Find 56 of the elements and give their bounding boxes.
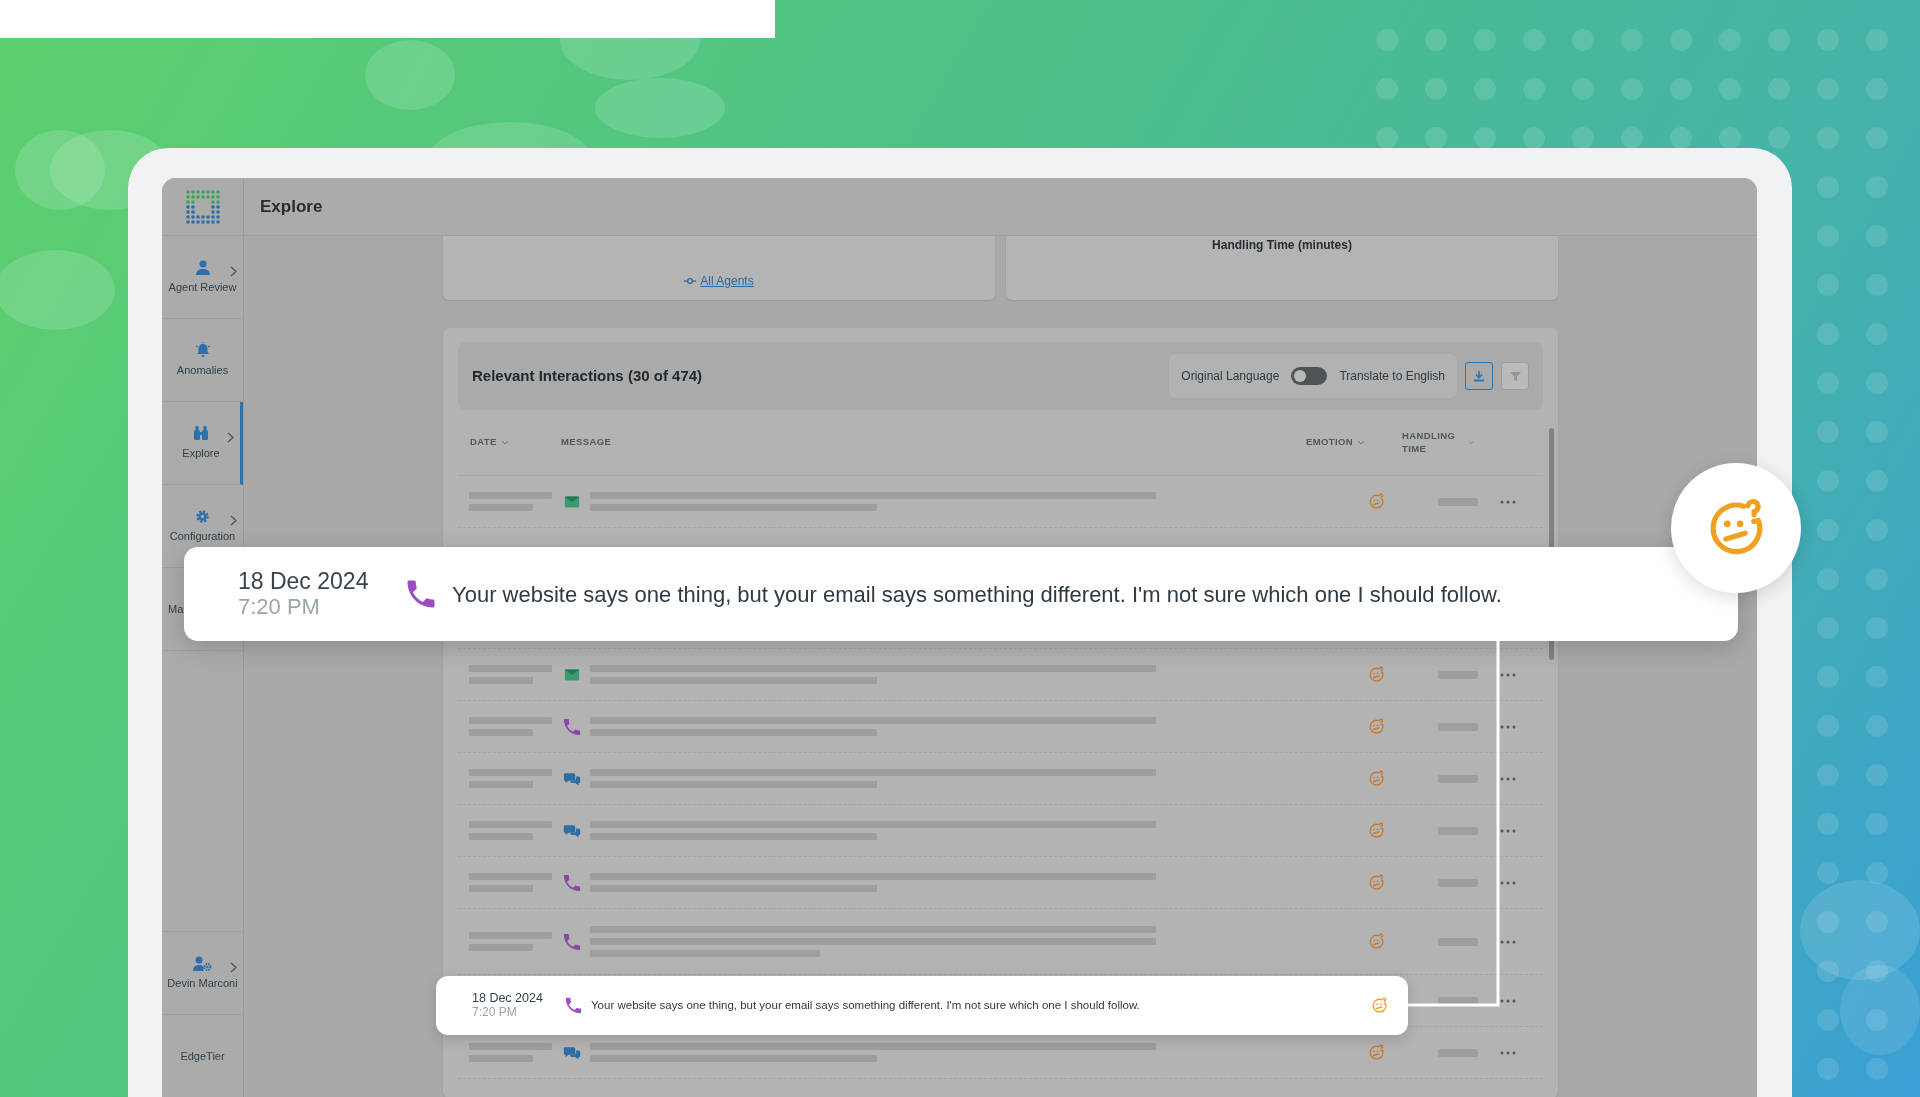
sidebar-item[interactable]: Devin Marconi: [162, 932, 243, 1015]
gear-icon: [195, 508, 210, 524]
column-header[interactable]: MESSAGE: [561, 435, 1306, 450]
more-icon[interactable]: [1500, 724, 1516, 729]
confused-face-icon: [1368, 718, 1385, 735]
date-text: 18 Dec 2024: [472, 991, 544, 1006]
interactions-title: Relevant Interactions (30 of 474): [472, 365, 703, 386]
confused-face-icon: [1368, 933, 1385, 950]
toggle-label: Translate to English: [1339, 368, 1445, 385]
sidebar-item[interactable]: Explore: [162, 402, 243, 485]
phone-icon: [406, 579, 436, 609]
time-text: 7:20 PM: [238, 594, 321, 619]
filter-node-icon: [684, 277, 697, 285]
phone-icon: [563, 932, 581, 951]
filter-icon: [1509, 370, 1521, 382]
more-icon[interactable]: [1500, 672, 1516, 677]
phone-icon: [563, 873, 581, 892]
confused-face-icon: [1371, 997, 1388, 1014]
confused-face-icon: [1368, 770, 1385, 787]
time-placeholder: [1438, 996, 1478, 1005]
agents-filter-link[interactable]: All Agents: [684, 272, 754, 290]
user-settings-icon: [192, 955, 213, 971]
more-icon[interactable]: [1500, 499, 1516, 504]
sidebar-item[interactable]: Anomalies: [162, 319, 243, 402]
phone-icon: [563, 717, 581, 736]
confused-face-icon: [1368, 822, 1385, 839]
binoculars-icon: [193, 426, 209, 441]
message-text: Your website says one thing, but your email says something different. I'm not sure which one I should follow.: [452, 580, 1502, 609]
confused-face-icon: [1368, 874, 1385, 891]
more-icon[interactable]: [1500, 998, 1516, 1003]
confused-face-icon: [1368, 666, 1385, 683]
column-header[interactable]: HANDLING TIME: [1402, 429, 1474, 456]
column-header[interactable]: EMOTION: [1306, 435, 1402, 450]
download-button[interactable]: [1465, 362, 1493, 390]
sidebar-item[interactable]: EdgeTier: [162, 1015, 243, 1097]
more-icon[interactable]: [1500, 1050, 1516, 1055]
language-switch[interactable]: [1291, 367, 1328, 385]
bell-icon: [193, 342, 212, 359]
page-title: Explore: [260, 195, 323, 218]
chart-title: Handling Time (minutes): [1212, 237, 1352, 254]
more-icon[interactable]: [1500, 828, 1516, 833]
more-icon[interactable]: [1500, 880, 1516, 885]
confused-face-icon: [1368, 1044, 1385, 1061]
logo-icon[interactable]: [184, 188, 221, 225]
more-icon[interactable]: [1500, 939, 1516, 944]
more-icon[interactable]: [1500, 776, 1516, 781]
message-text: Your website says one thing, but your email says something different. I'm not sure which one I should follow.: [591, 997, 1140, 1013]
download-icon: [1473, 370, 1485, 382]
phone-icon: [565, 997, 582, 1014]
person-icon: [195, 259, 210, 275]
column-header[interactable]: DATE: [470, 435, 561, 450]
time-text: 7:20 PM: [472, 1005, 518, 1020]
sidebar-item[interactable]: Agent Review: [162, 236, 243, 319]
date-text: 18 Dec 2024: [238, 569, 370, 595]
toggle-label: Original Language: [1181, 368, 1280, 385]
confused-face-icon: [1368, 493, 1385, 510]
